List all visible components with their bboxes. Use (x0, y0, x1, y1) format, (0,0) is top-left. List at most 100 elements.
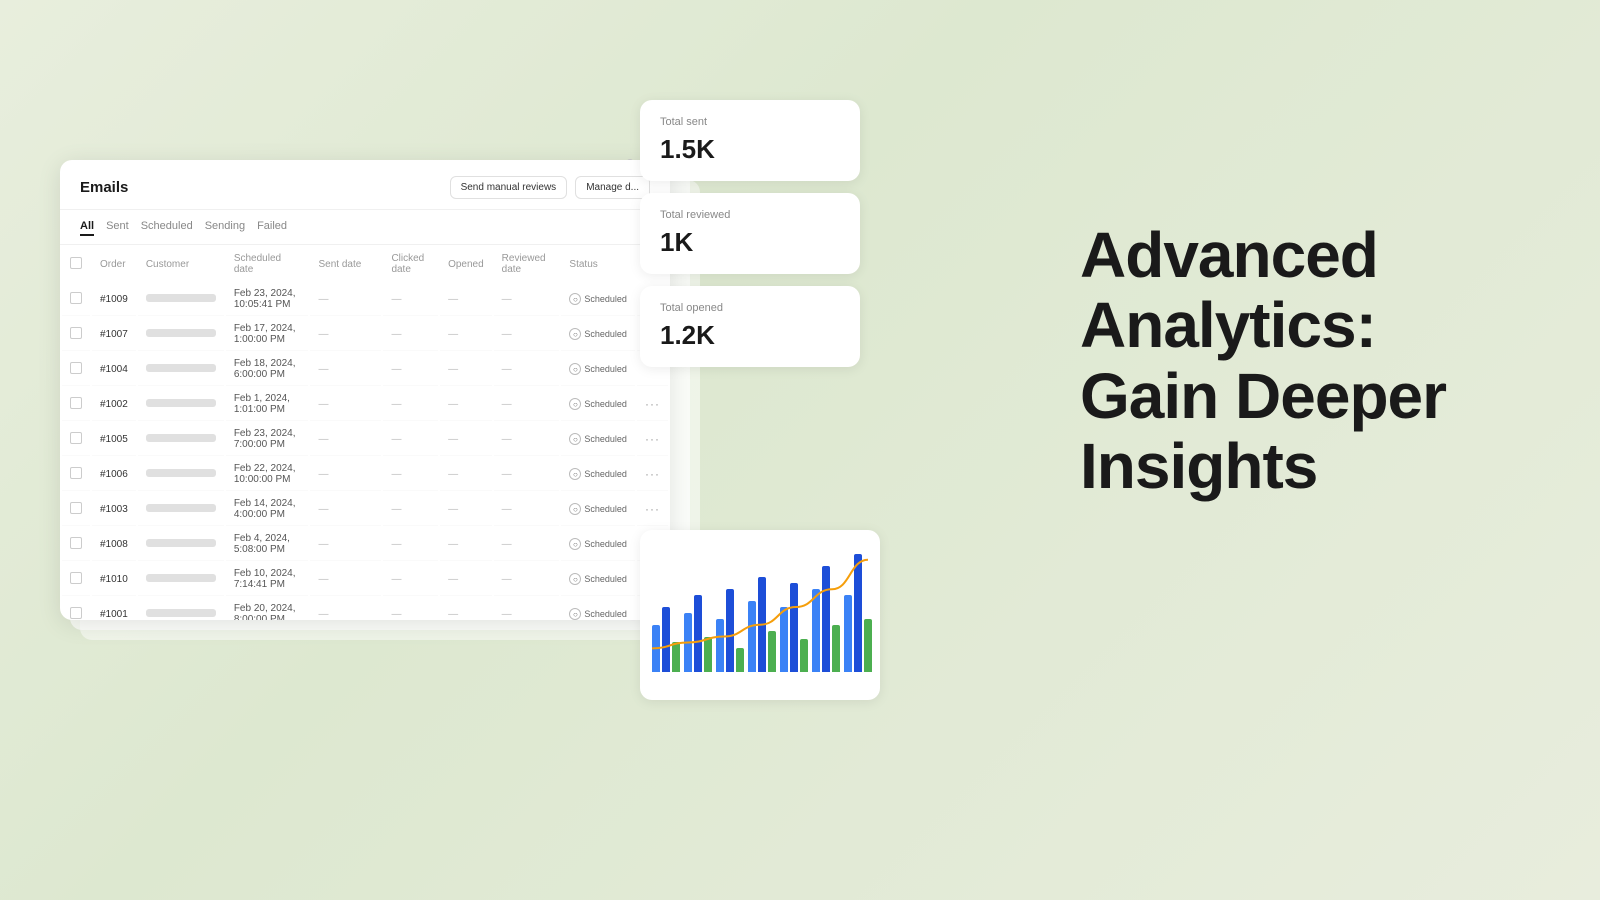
row-sent-date: — (310, 318, 381, 351)
row-sent-date: — (310, 458, 381, 491)
chart-bar-group (716, 589, 744, 672)
row-opened: — (440, 528, 492, 561)
col-opened: Opened (440, 247, 492, 281)
row-more-button[interactable]: ··· (645, 467, 660, 481)
row-checkbox-cell[interactable] (62, 493, 90, 526)
row-customer (138, 458, 224, 491)
stat-card-reviewed: Total reviewed 1K (640, 193, 860, 274)
status-badge: ○Scheduled (569, 538, 627, 550)
chart-bar-group (812, 566, 840, 672)
row-checkbox-cell[interactable] (62, 598, 90, 620)
table-row: #1003 Feb 14, 2024, 4:00:00 PM — — — — ○… (62, 493, 668, 526)
row-scheduled-date: Feb 23, 2024, 7:00:00 PM (226, 423, 309, 456)
row-clicked-date: — (383, 318, 438, 351)
row-sent-date: — (310, 353, 381, 386)
send-manual-reviews-button[interactable]: Send manual reviews (450, 176, 568, 199)
row-customer (138, 423, 224, 456)
status-badge: ○Scheduled (569, 573, 627, 585)
row-clicked-date: — (383, 598, 438, 620)
row-reviewed-date: — (494, 423, 560, 456)
row-opened: — (440, 423, 492, 456)
row-checkbox-cell[interactable] (62, 388, 90, 421)
status-badge: ○Scheduled (569, 468, 627, 480)
row-clicked-date: — (383, 493, 438, 526)
bar-blue (844, 595, 852, 672)
row-checkbox-cell[interactable] (62, 353, 90, 386)
heading-line1: Advanced (1080, 219, 1378, 291)
row-customer (138, 283, 224, 316)
row-actions[interactable]: ··· (637, 458, 668, 491)
tab-sent[interactable]: Sent (106, 218, 129, 236)
row-status: ○Scheduled (561, 423, 635, 456)
row-sent-date: — (310, 493, 381, 526)
row-actions[interactable]: ··· (637, 388, 668, 421)
row-checkbox-cell[interactable] (62, 458, 90, 491)
row-more-button[interactable]: ··· (645, 397, 660, 411)
main-heading: Advanced Analytics: Gain Deeper Insights (1080, 220, 1520, 502)
row-status: ○Scheduled (561, 563, 635, 596)
col-order: Order (92, 247, 136, 281)
row-checkbox-cell[interactable] (62, 318, 90, 351)
row-opened: — (440, 318, 492, 351)
email-card: Emails Send manual reviews Manage d... A… (60, 160, 670, 620)
chart-bar-group (780, 583, 808, 672)
row-checkbox-cell[interactable] (62, 283, 90, 316)
tab-sending[interactable]: Sending (205, 218, 245, 236)
status-badge: ○Scheduled (569, 363, 627, 375)
col-reviewed-date: Reviewed date (494, 247, 560, 281)
row-customer (138, 598, 224, 620)
status-badge: ○Scheduled (569, 293, 627, 305)
tab-failed[interactable]: Failed (257, 218, 287, 236)
row-reviewed-date: — (494, 388, 560, 421)
row-checkbox-cell[interactable] (62, 423, 90, 456)
row-checkbox-cell[interactable] (62, 563, 90, 596)
col-status: Status (561, 247, 635, 281)
row-more-button[interactable]: ··· (645, 432, 660, 446)
bar-blue (812, 589, 820, 672)
tab-scheduled[interactable]: Scheduled (141, 218, 193, 236)
row-scheduled-date: Feb 4, 2024, 5:08:00 PM (226, 528, 309, 561)
row-reviewed-date: — (494, 353, 560, 386)
row-clicked-date: — (383, 458, 438, 491)
select-all-checkbox[interactable] (70, 257, 82, 269)
bar-dark-blue (790, 583, 798, 672)
bar-blue (748, 601, 756, 672)
row-reviewed-date: — (494, 528, 560, 561)
email-tabs: All Sent Scheduled Sending Failed (60, 210, 670, 245)
row-reviewed-date: — (494, 458, 560, 491)
stat-opened-value: 1.2K (660, 320, 840, 351)
manage-button[interactable]: Manage d... (575, 176, 650, 199)
row-opened: — (440, 458, 492, 491)
row-scheduled-date: Feb 23, 2024, 10:05:41 PM (226, 283, 309, 316)
row-status: ○Scheduled (561, 598, 635, 620)
row-reviewed-date: — (494, 283, 560, 316)
email-table: Order Customer Scheduled date Sent date … (60, 245, 670, 620)
stat-sent-value: 1.5K (660, 134, 840, 165)
tab-all[interactable]: All (80, 218, 94, 236)
email-actions: Send manual reviews Manage d... (450, 176, 650, 199)
row-scheduled-date: Feb 10, 2024, 7:14:41 PM (226, 563, 309, 596)
row-reviewed-date: — (494, 598, 560, 620)
table-row: #1007 Feb 17, 2024, 1:00:00 PM — — — — ○… (62, 318, 668, 351)
row-status: ○Scheduled (561, 283, 635, 316)
status-badge: ○Scheduled (569, 433, 627, 445)
row-sent-date: — (310, 423, 381, 456)
row-reviewed-date: — (494, 318, 560, 351)
heading-line3: Gain Deeper (1080, 360, 1446, 432)
row-order: #1003 (92, 493, 136, 526)
chart-bar-group (684, 595, 712, 672)
row-more-button[interactable]: ··· (645, 502, 660, 516)
row-order: #1002 (92, 388, 136, 421)
status-badge: ○Scheduled (569, 503, 627, 515)
chart-bar-group (844, 554, 872, 672)
bar-green (832, 625, 840, 672)
row-checkbox-cell[interactable] (62, 528, 90, 561)
row-actions[interactable]: ··· (637, 493, 668, 526)
row-actions[interactable]: ··· (637, 423, 668, 456)
bar-green (704, 637, 712, 672)
row-order: #1009 (92, 283, 136, 316)
table-row: #1005 Feb 23, 2024, 7:00:00 PM — — — — ○… (62, 423, 668, 456)
table-row: #1001 Feb 20, 2024, 8:00:00 PM — — — — ○… (62, 598, 668, 620)
row-order: #1007 (92, 318, 136, 351)
row-status: ○Scheduled (561, 458, 635, 491)
